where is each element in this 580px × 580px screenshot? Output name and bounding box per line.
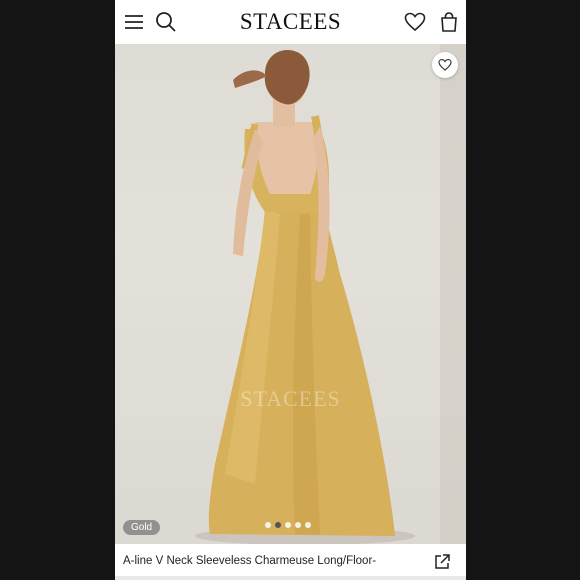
product-photo [115,44,466,544]
color-badge: Gold [123,520,161,535]
bottom-divider [115,576,466,580]
product-image-gallery[interactable]: STACEES Gold [115,44,466,544]
slide-dot[interactable] [295,522,301,528]
favorite-button[interactable] [432,52,458,78]
share-icon[interactable] [433,553,451,571]
shopping-bag-icon[interactable] [438,11,460,33]
heart-icon [438,59,452,71]
top-header: STACEES [115,0,466,44]
heart-icon[interactable] [404,11,426,33]
slide-dot[interactable] [305,522,311,528]
slide-dot[interactable] [265,522,271,528]
product-page: STACEES STACEES Gold A-line V Neck Sleev… [115,0,466,580]
watermark: STACEES [240,386,341,411]
slide-dot-active[interactable] [275,522,281,528]
product-title-row: A-line V Neck Sleeveless Charmeuse Long/… [115,544,466,580]
slide-dot[interactable] [285,522,291,528]
slide-indicator [265,522,311,528]
product-title: A-line V Neck Sleeveless Charmeuse Long/… [123,555,377,567]
